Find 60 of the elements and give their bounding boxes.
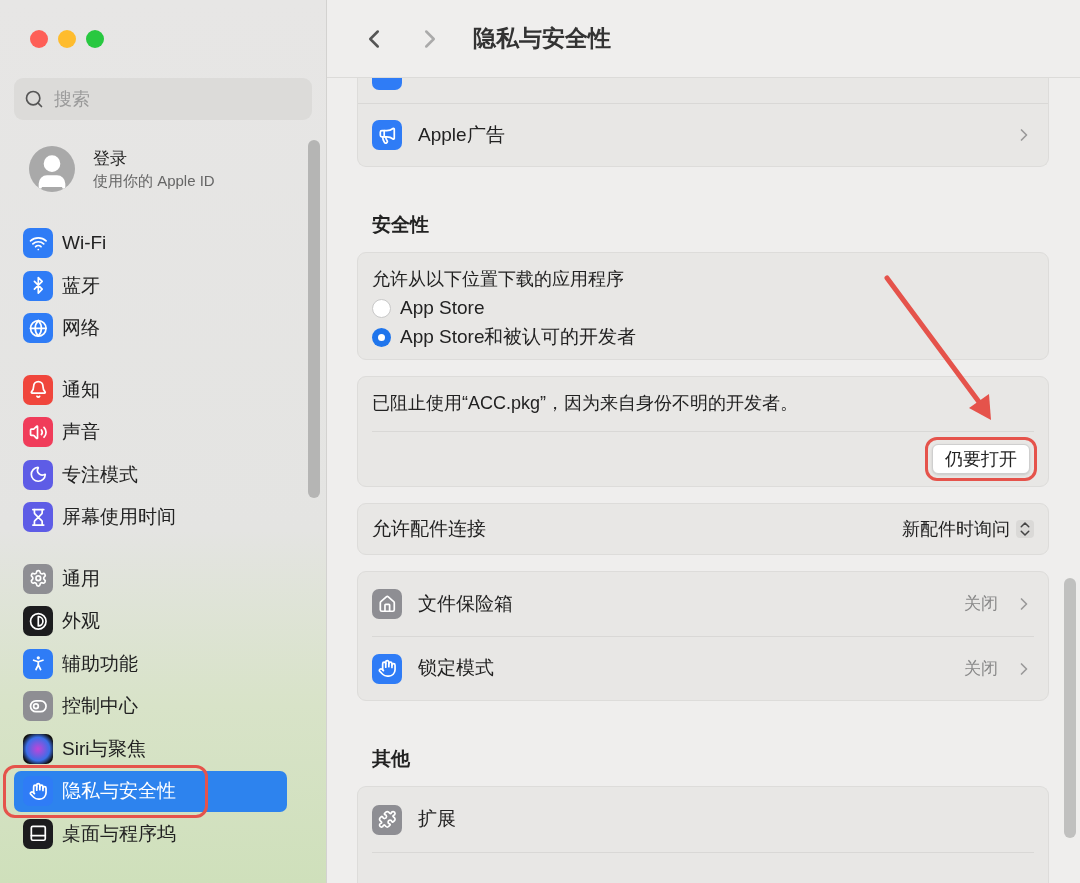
sidebar-item[interactable]: 通知 xyxy=(14,369,287,411)
popup-menu[interactable]: 新配件时询问 xyxy=(902,515,1034,543)
app-icon xyxy=(372,78,402,90)
sidebar-item[interactable]: 通用 xyxy=(14,558,287,600)
settings-row[interactable]: Apple广告 xyxy=(358,104,1048,166)
contrast-icon xyxy=(23,606,53,637)
minimize-button[interactable] xyxy=(58,30,76,48)
section-heading: 安全性 xyxy=(371,213,430,237)
radio-button[interactable] xyxy=(372,299,391,318)
card-label: 允许从以下位置下载的应用程序 xyxy=(372,268,625,291)
avatar[interactable] xyxy=(29,146,75,192)
search-icon xyxy=(24,89,44,109)
open-anyway-button[interactable]: 仍要打开 xyxy=(932,444,1030,475)
sidebar-item[interactable]: 蓝牙 xyxy=(14,265,287,307)
row-label: 允许配件连接 xyxy=(372,516,487,541)
puzzle-icon xyxy=(372,804,402,835)
search-field[interactable]: 搜索 xyxy=(14,78,312,120)
dock-icon xyxy=(23,818,53,849)
sidebar-item[interactable]: 网络 xyxy=(14,307,287,349)
radio-label: App Store xyxy=(400,296,485,321)
zoom-button[interactable] xyxy=(86,30,104,48)
sidebar-item[interactable]: 声音 xyxy=(14,411,287,453)
hand-icon xyxy=(23,776,53,807)
settings-row[interactable]: 扩展 xyxy=(372,787,1034,853)
radio-label: App Store和被认可的开发者 xyxy=(400,325,637,350)
settings-row[interactable]: 锁定模式 关闭 xyxy=(372,636,1034,700)
bluetooth-icon xyxy=(23,270,53,301)
globe-icon xyxy=(23,313,53,344)
stepper-icon xyxy=(1016,520,1034,539)
close-button[interactable] xyxy=(30,30,48,48)
sidebar-item[interactable]: 辅助功能 xyxy=(14,643,287,685)
sidebar-item[interactable]: 外观 xyxy=(14,600,287,642)
siri-icon xyxy=(23,733,53,764)
section-heading: 其他 xyxy=(371,747,411,771)
sidebar-item[interactable]: Siri与聚焦 xyxy=(14,728,287,770)
hand-icon xyxy=(372,653,402,684)
scrollbar[interactable] xyxy=(1064,578,1076,838)
sidebar-item[interactable]: 控制中心 xyxy=(14,685,287,727)
bell-icon xyxy=(23,374,53,405)
gear-icon xyxy=(23,563,53,594)
house-icon xyxy=(372,589,402,619)
sidebar-item[interactable]: 屏幕使用时间 xyxy=(14,496,287,538)
accessibility-icon xyxy=(23,648,53,679)
settings-row[interactable]: 文件保险箱 关闭 xyxy=(372,572,1034,636)
account-name: 登录 xyxy=(93,148,128,170)
account-subtitle: 使用你的 Apple ID xyxy=(93,171,215,191)
radio-button[interactable] xyxy=(372,328,391,347)
blocked-message: 已阻止使用“ACC.pkg”，因为来自身份不明的开发者。 xyxy=(372,392,798,416)
moon-icon xyxy=(23,459,53,490)
speaker-icon xyxy=(23,417,53,448)
window-title: 隐私与安全性 xyxy=(473,24,611,54)
scrollbar[interactable] xyxy=(308,140,320,498)
toggle-icon xyxy=(23,691,53,722)
sidebar-item[interactable]: 桌面与程序坞 xyxy=(14,813,287,855)
sidebar-item[interactable]: Wi-Fi xyxy=(14,222,287,264)
megaphone-icon xyxy=(372,120,402,150)
sidebar-item[interactable]: 专注模式 xyxy=(14,454,287,496)
wifi-icon xyxy=(23,228,53,259)
sidebar-item[interactable]: 隐私与安全性 xyxy=(14,770,287,812)
hourglass-icon xyxy=(23,502,53,533)
